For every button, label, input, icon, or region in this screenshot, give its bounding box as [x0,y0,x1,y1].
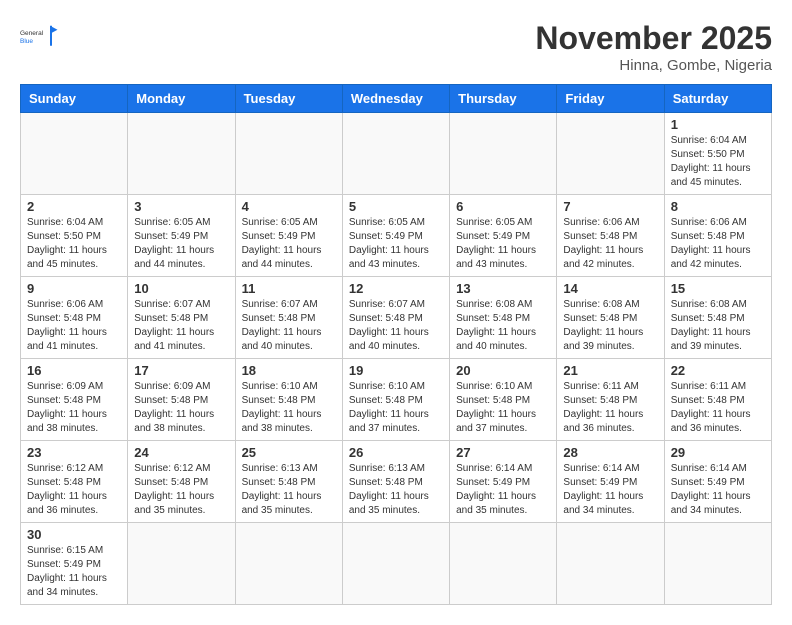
day-13: 13 Sunrise: 6:08 AMSunset: 5:48 PMDaylig… [450,277,557,359]
day-28: 28 Sunrise: 6:14 AMSunset: 5:49 PMDaylig… [557,441,664,523]
week-row-4: 16 Sunrise: 6:09 AMSunset: 5:48 PMDaylig… [21,359,772,441]
empty-cell [235,523,342,605]
day-25: 25 Sunrise: 6:13 AMSunset: 5:48 PMDaylig… [235,441,342,523]
svg-text:General: General [20,30,44,37]
day-21: 21 Sunrise: 6:11 AMSunset: 5:48 PMDaylig… [557,359,664,441]
day-27: 27 Sunrise: 6:14 AMSunset: 5:49 PMDaylig… [450,441,557,523]
empty-cell [128,523,235,605]
header-sunday: Sunday [21,85,128,113]
day-2: 2 Sunrise: 6:04 AMSunset: 5:50 PMDayligh… [21,195,128,277]
header: GeneralBlue November 2025 Hinna, Gombe, … [20,20,772,74]
day-6: 6 Sunrise: 6:05 AMSunset: 5:49 PMDayligh… [450,195,557,277]
empty-cell [557,113,664,195]
week-row-5: 23 Sunrise: 6:12 AMSunset: 5:48 PMDaylig… [21,441,772,523]
empty-cell [450,113,557,195]
day-20: 20 Sunrise: 6:10 AMSunset: 5:48 PMDaylig… [450,359,557,441]
calendar-grid: Sunday Monday Tuesday Wednesday Thursday… [20,84,772,605]
day-1: 1 Sunrise: 6:04 AM Sunset: 5:50 PM Dayli… [664,113,771,195]
day-17: 17 Sunrise: 6:09 AMSunset: 5:48 PMDaylig… [128,359,235,441]
empty-cell [342,113,449,195]
header-wednesday: Wednesday [342,85,449,113]
week-row-3: 9 Sunrise: 6:06 AMSunset: 5:48 PMDayligh… [21,277,772,359]
header-thursday: Thursday [450,85,557,113]
week-row-1: 1 Sunrise: 6:04 AM Sunset: 5:50 PM Dayli… [21,113,772,195]
day-12: 12 Sunrise: 6:07 AMSunset: 5:48 PMDaylig… [342,277,449,359]
week-row-6: 30 Sunrise: 6:15 AMSunset: 5:49 PMDaylig… [21,523,772,605]
logo: GeneralBlue [20,20,60,52]
subtitle: Hinna, Gombe, Nigeria [535,57,772,74]
logo-icon: GeneralBlue [20,20,60,52]
empty-cell [235,113,342,195]
svg-text:Blue: Blue [20,38,33,45]
empty-cell [664,523,771,605]
day-22: 22 Sunrise: 6:11 AMSunset: 5:48 PMDaylig… [664,359,771,441]
day-18: 18 Sunrise: 6:10 AMSunset: 5:48 PMDaylig… [235,359,342,441]
empty-cell [450,523,557,605]
day-3: 3 Sunrise: 6:05 AMSunset: 5:49 PMDayligh… [128,195,235,277]
day-10: 10 Sunrise: 6:07 AMSunset: 5:48 PMDaylig… [128,277,235,359]
day-11: 11 Sunrise: 6:07 AMSunset: 5:48 PMDaylig… [235,277,342,359]
header-saturday: Saturday [664,85,771,113]
day-4: 4 Sunrise: 6:05 AMSunset: 5:49 PMDayligh… [235,195,342,277]
day-5: 5 Sunrise: 6:05 AMSunset: 5:49 PMDayligh… [342,195,449,277]
day-7: 7 Sunrise: 6:06 AMSunset: 5:48 PMDayligh… [557,195,664,277]
weekday-header-row: Sunday Monday Tuesday Wednesday Thursday… [21,85,772,113]
day-15: 15 Sunrise: 6:08 AMSunset: 5:48 PMDaylig… [664,277,771,359]
day-8: 8 Sunrise: 6:06 AMSunset: 5:48 PMDayligh… [664,195,771,277]
day-14: 14 Sunrise: 6:08 AMSunset: 5:48 PMDaylig… [557,277,664,359]
day-19: 19 Sunrise: 6:10 AMSunset: 5:48 PMDaylig… [342,359,449,441]
header-tuesday: Tuesday [235,85,342,113]
empty-cell [128,113,235,195]
week-row-2: 2 Sunrise: 6:04 AMSunset: 5:50 PMDayligh… [21,195,772,277]
empty-cell [21,113,128,195]
header-friday: Friday [557,85,664,113]
empty-cell [342,523,449,605]
day-24: 24 Sunrise: 6:12 AMSunset: 5:48 PMDaylig… [128,441,235,523]
header-monday: Monday [128,85,235,113]
day-info-1: Sunrise: 6:04 AM Sunset: 5:50 PM Dayligh… [671,134,765,190]
day-9: 9 Sunrise: 6:06 AMSunset: 5:48 PMDayligh… [21,277,128,359]
title-block: November 2025 Hinna, Gombe, Nigeria [535,20,772,74]
day-number-1: 1 [671,117,765,132]
empty-cell [557,523,664,605]
month-title: November 2025 [535,20,772,57]
day-30: 30 Sunrise: 6:15 AMSunset: 5:49 PMDaylig… [21,523,128,605]
day-23: 23 Sunrise: 6:12 AMSunset: 5:48 PMDaylig… [21,441,128,523]
day-16: 16 Sunrise: 6:09 AMSunset: 5:48 PMDaylig… [21,359,128,441]
calendar-container: GeneralBlue November 2025 Hinna, Gombe, … [0,0,792,625]
day-29: 29 Sunrise: 6:14 AMSunset: 5:49 PMDaylig… [664,441,771,523]
day-26: 26 Sunrise: 6:13 AMSunset: 5:48 PMDaylig… [342,441,449,523]
